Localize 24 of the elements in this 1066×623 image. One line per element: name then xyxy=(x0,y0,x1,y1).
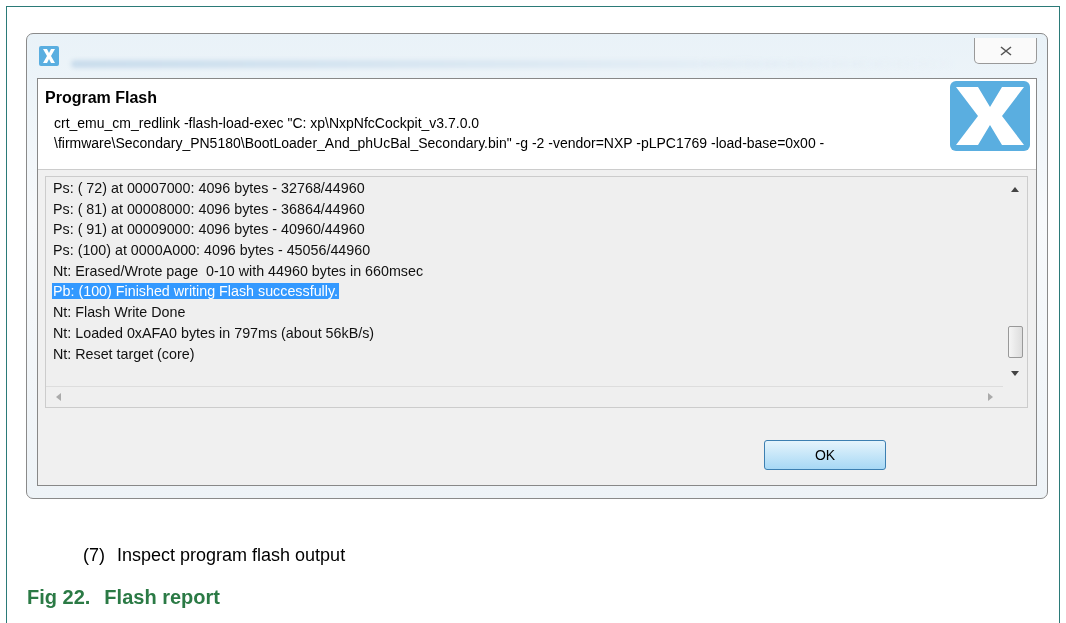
figure-title: Flash report xyxy=(104,586,220,609)
log-line: Nt: Erased/Wrote page 0-10 with 44960 bytes in 660msec xyxy=(52,262,425,279)
down-arrow-icon xyxy=(1011,371,1019,376)
log-line: Nt: Reset target (core) xyxy=(52,345,196,362)
dialog-title: Program Flash xyxy=(45,89,159,107)
log-line: Ps: ( 91) at 00009000: 4096 bytes - 40960/44960 xyxy=(52,221,366,238)
right-arrow-icon xyxy=(988,393,993,401)
log-line: Nt: Loaded 0xAFA0 bytes in 797ms (about 56kB/s) xyxy=(52,324,376,341)
close-button[interactable] xyxy=(974,38,1037,64)
step-number: (7) xyxy=(83,545,105,566)
log-line: Ps: (100) at 0000A000: 4096 bytes - 45056/44960 xyxy=(52,242,372,259)
ok-button[interactable]: OK xyxy=(764,440,886,470)
figure-label: Fig 22. xyxy=(27,586,91,609)
left-arrow-icon xyxy=(56,393,61,401)
close-icon xyxy=(999,45,1012,56)
log-line: Ps: ( 72) at 00007000: 4096 bytes - 32768/44960 xyxy=(52,180,366,196)
up-arrow-icon xyxy=(1011,187,1019,192)
command-message: crt_emu_cm_redlink -flash-load-exec "C: xp\NxpNfcCockpit_v3.7.0.0 \firmware\Secondary_PN5180\BootLoader_And_phUcBal_Secondary.bin" -g -2 -vendor=NXP -pLPC1769 -load-base=0x00 - xyxy=(54,114,825,153)
log-output[interactable] xyxy=(45,176,1028,408)
app-x-icon xyxy=(39,46,59,66)
scroll-thumb[interactable] xyxy=(1007,325,1023,358)
step-caption: Inspect program flash output xyxy=(117,545,346,566)
log-line: Ps: ( 81) at 00008000: 4096 bytes - 36864/44960 xyxy=(52,200,366,217)
log-line: Nt: Flash Write Done xyxy=(52,304,187,321)
